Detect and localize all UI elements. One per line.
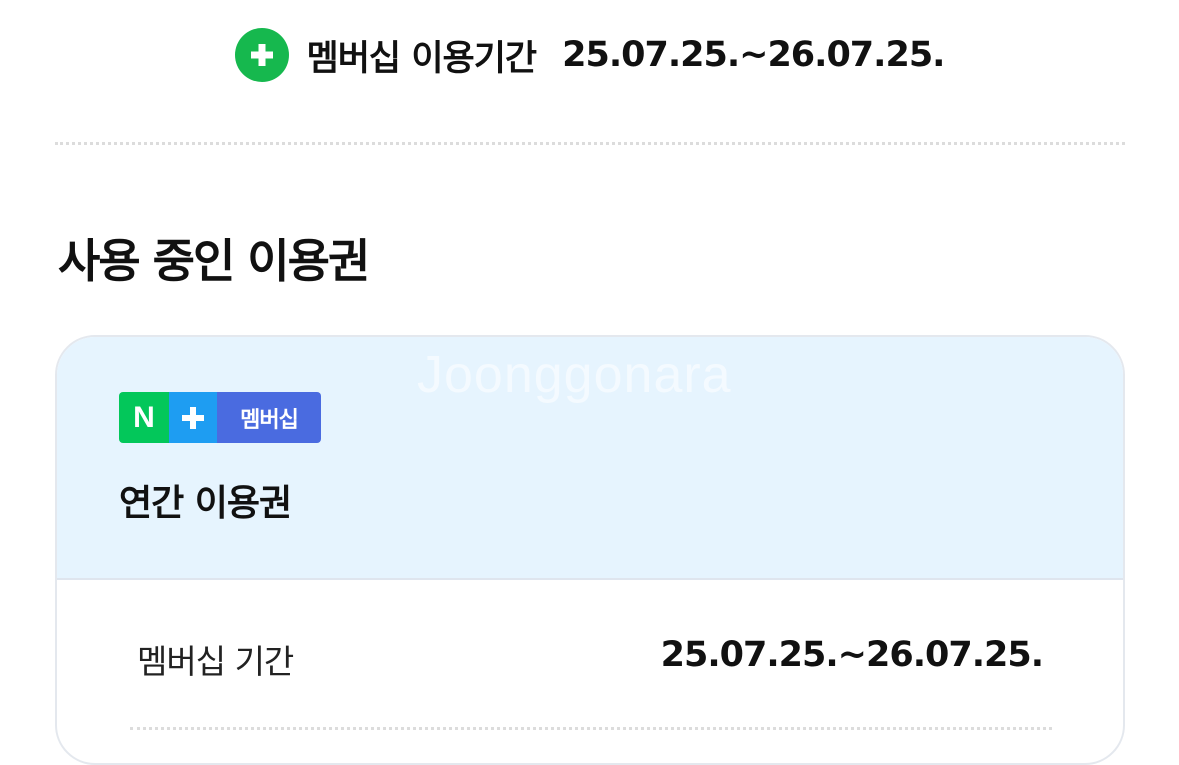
pass-card-body: 멤버십 기간 25.07.25.~26.07.25. [57, 580, 1123, 763]
row-divider [130, 727, 1052, 730]
membership-period-dates: 25.07.25.~26.07.25. [562, 35, 945, 75]
divider [55, 142, 1125, 145]
pass-card-header: Joonggonara N 멤버십 연간 이용권 [57, 337, 1123, 580]
badge-membership-text: 멤버십 [217, 392, 321, 443]
membership-period-line: 멤버십 이용기간 25.07.25.~26.07.25. [0, 0, 1179, 110]
pass-card[interactable]: Joonggonara N 멤버십 연간 이용권 멤버십 기간 25.07.25… [55, 335, 1125, 765]
plus-circle-icon [234, 28, 289, 82]
naver-n-logo: N [119, 392, 169, 443]
membership-period-label: 멤버십 이용기간 [306, 38, 538, 79]
watermark: Joonggonara [417, 346, 732, 404]
membership-term-value: 25.07.25.~26.07.25. [660, 635, 1044, 675]
section-title: 사용 중인 이용권 [58, 234, 370, 288]
naver-plus-membership-badge: N 멤버십 [119, 392, 321, 443]
membership-term-label: 멤버십 기간 [137, 642, 294, 681]
plan-name: 연간 이용권 [119, 483, 292, 524]
plus-icon [169, 392, 217, 443]
